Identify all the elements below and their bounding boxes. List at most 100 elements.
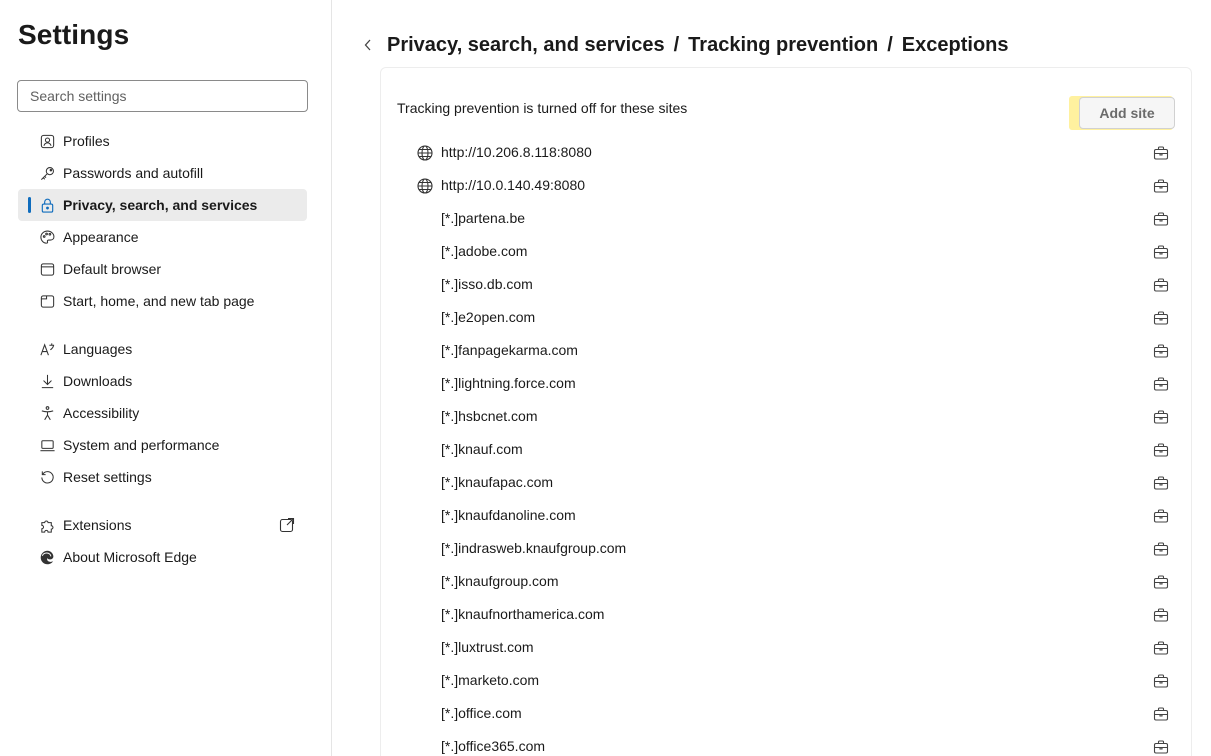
site-url: [*.]marketo.com <box>441 672 540 688</box>
site-row: [*.]e2open.com <box>381 301 1191 334</box>
site-options-icon[interactable] <box>1153 508 1169 524</box>
sidebar-item-label: Start, home, and new tab page <box>63 293 255 309</box>
breadcrumb-separator: / <box>673 33 680 56</box>
site-row: [*.]indrasweb.knaufgroup.com <box>381 532 1191 565</box>
sidebar-item-appearance[interactable]: Appearance <box>18 221 307 253</box>
site-row: http://10.0.140.49:8080 <box>381 169 1191 202</box>
site-url: [*.]knaufgroup.com <box>441 573 559 589</box>
puzzle-icon <box>38 516 56 534</box>
sidebar-item-label: Appearance <box>63 229 139 245</box>
site-options-icon[interactable] <box>1153 145 1169 161</box>
sidebar-item-downloads[interactable]: Downloads <box>18 365 307 397</box>
site-url: [*.]knaufapac.com <box>441 474 554 490</box>
card-heading: Tracking prevention is turned off for th… <box>397 100 688 116</box>
site-row: [*.]partena.be <box>381 202 1191 235</box>
reset-icon <box>38 468 56 486</box>
site-options-icon[interactable] <box>1153 244 1169 260</box>
palette-icon <box>38 228 56 246</box>
site-options-icon[interactable] <box>1153 475 1169 491</box>
site-url: [*.]knaufnorthamerica.com <box>441 606 605 622</box>
site-options-icon[interactable] <box>1153 409 1169 425</box>
site-options-icon[interactable] <box>1153 442 1169 458</box>
sidebar-item-label: Passwords and autofill <box>63 165 204 181</box>
profile-icon <box>38 132 56 150</box>
site-options-icon[interactable] <box>1153 310 1169 326</box>
exceptions-card: Tracking prevention is turned off for th… <box>380 67 1192 756</box>
site-url: [*.]knaufdanoline.com <box>441 507 576 523</box>
sidebar-item-label: Default browser <box>63 261 162 277</box>
site-options-icon[interactable] <box>1153 178 1169 194</box>
sidebar-item-label: Reset settings <box>63 469 152 485</box>
sidebar-item-label: System and performance <box>63 437 220 453</box>
sidebar-item-start-home[interactable]: Start, home, and new tab page <box>18 285 307 317</box>
site-options-icon[interactable] <box>1153 574 1169 590</box>
site-options-icon[interactable] <box>1153 673 1169 689</box>
site-options-icon[interactable] <box>1153 640 1169 656</box>
site-url: [*.]office365.com <box>441 738 546 754</box>
breadcrumb-current-page: Exceptions <box>901 33 1009 56</box>
site-row: [*.]knaufapac.com <box>381 466 1191 499</box>
add-site-button[interactable]: Add site <box>1079 97 1175 129</box>
sidebar-item-privacy[interactable]: Privacy, search, and services <box>18 189 307 221</box>
download-icon <box>38 372 56 390</box>
chevron-left-icon <box>364 39 371 51</box>
search-settings-input[interactable] <box>17 80 308 112</box>
site-url: [*.]hsbcnet.com <box>441 408 538 424</box>
site-url: [*.]e2open.com <box>441 309 536 325</box>
globe-icon <box>416 144 434 162</box>
breadcrumb-tracking-link[interactable]: Tracking prevention <box>688 34 878 57</box>
site-url: [*.]knauf.com <box>441 441 523 457</box>
app-title: Settings <box>18 19 130 50</box>
lock-icon <box>38 196 56 214</box>
site-row: [*.]knaufdanoline.com <box>381 499 1191 532</box>
key-icon <box>38 164 56 182</box>
sidebar-item-reset[interactable]: Reset settings <box>18 461 307 493</box>
site-options-icon[interactable] <box>1153 739 1169 755</box>
site-options-icon[interactable] <box>1153 343 1169 359</box>
sidebar-item-passwords[interactable]: Passwords and autofill <box>18 157 307 189</box>
site-url: [*.]isso.db.com <box>441 276 533 292</box>
laptop-icon <box>38 436 56 454</box>
site-options-icon[interactable] <box>1153 277 1169 293</box>
site-row: [*.]luxtrust.com <box>381 631 1191 664</box>
sidebar: Settings Profiles Passwords and autofill… <box>0 0 332 756</box>
site-row: [*.]office.com <box>381 697 1191 730</box>
site-url: [*.]office.com <box>441 705 522 721</box>
home-tab-icon <box>38 292 56 310</box>
sidebar-item-extensions[interactable]: Extensions <box>18 509 307 541</box>
sidebar-item-label: Downloads <box>63 373 133 389</box>
sidebar-item-label: Accessibility <box>63 405 140 421</box>
browser-icon <box>38 260 56 278</box>
globe-icon <box>416 177 434 195</box>
site-options-icon[interactable] <box>1153 706 1169 722</box>
sidebar-item-label: About Microsoft Edge <box>63 549 197 565</box>
breadcrumb-separator: / <box>887 33 893 56</box>
sidebar-nav: Profiles Passwords and autofill Privacy,… <box>18 125 307 573</box>
sidebar-item-profiles[interactable]: Profiles <box>18 125 307 157</box>
sidebar-item-system[interactable]: System and performance <box>18 429 307 461</box>
site-options-icon[interactable] <box>1153 607 1169 623</box>
site-options-icon[interactable] <box>1153 541 1169 557</box>
breadcrumb-privacy-link[interactable]: Privacy, search, and services <box>387 34 665 57</box>
site-row: [*.]knaufgroup.com <box>381 565 1191 598</box>
site-url: [*.]adobe.com <box>441 243 528 259</box>
site-row: http://10.206.8.118:8080 <box>381 136 1191 169</box>
site-url: [*.]indrasweb.knaufgroup.com <box>441 540 627 556</box>
edge-icon <box>38 548 56 566</box>
sidebar-item-languages[interactable]: Languages <box>18 333 307 365</box>
sidebar-item-default-browser[interactable]: Default browser <box>18 253 307 285</box>
site-row: [*.]lightning.force.com <box>381 367 1191 400</box>
site-options-icon[interactable] <box>1153 211 1169 227</box>
site-options-icon[interactable] <box>1153 376 1169 392</box>
sidebar-item-accessibility[interactable]: Accessibility <box>18 397 307 429</box>
site-url: http://10.206.8.118:8080 <box>441 144 592 160</box>
sidebar-item-about-edge[interactable]: About Microsoft Edge <box>18 541 307 573</box>
sidebar-item-label: Extensions <box>63 517 132 533</box>
back-button[interactable] <box>363 35 377 55</box>
open-external-icon[interactable] <box>279 517 295 533</box>
sidebar-item-label: Languages <box>63 341 133 357</box>
nav-divider-space <box>18 317 307 333</box>
site-row: [*.]office365.com <box>381 730 1191 756</box>
accessibility-icon <box>38 404 56 422</box>
nav-divider-space <box>18 493 307 509</box>
